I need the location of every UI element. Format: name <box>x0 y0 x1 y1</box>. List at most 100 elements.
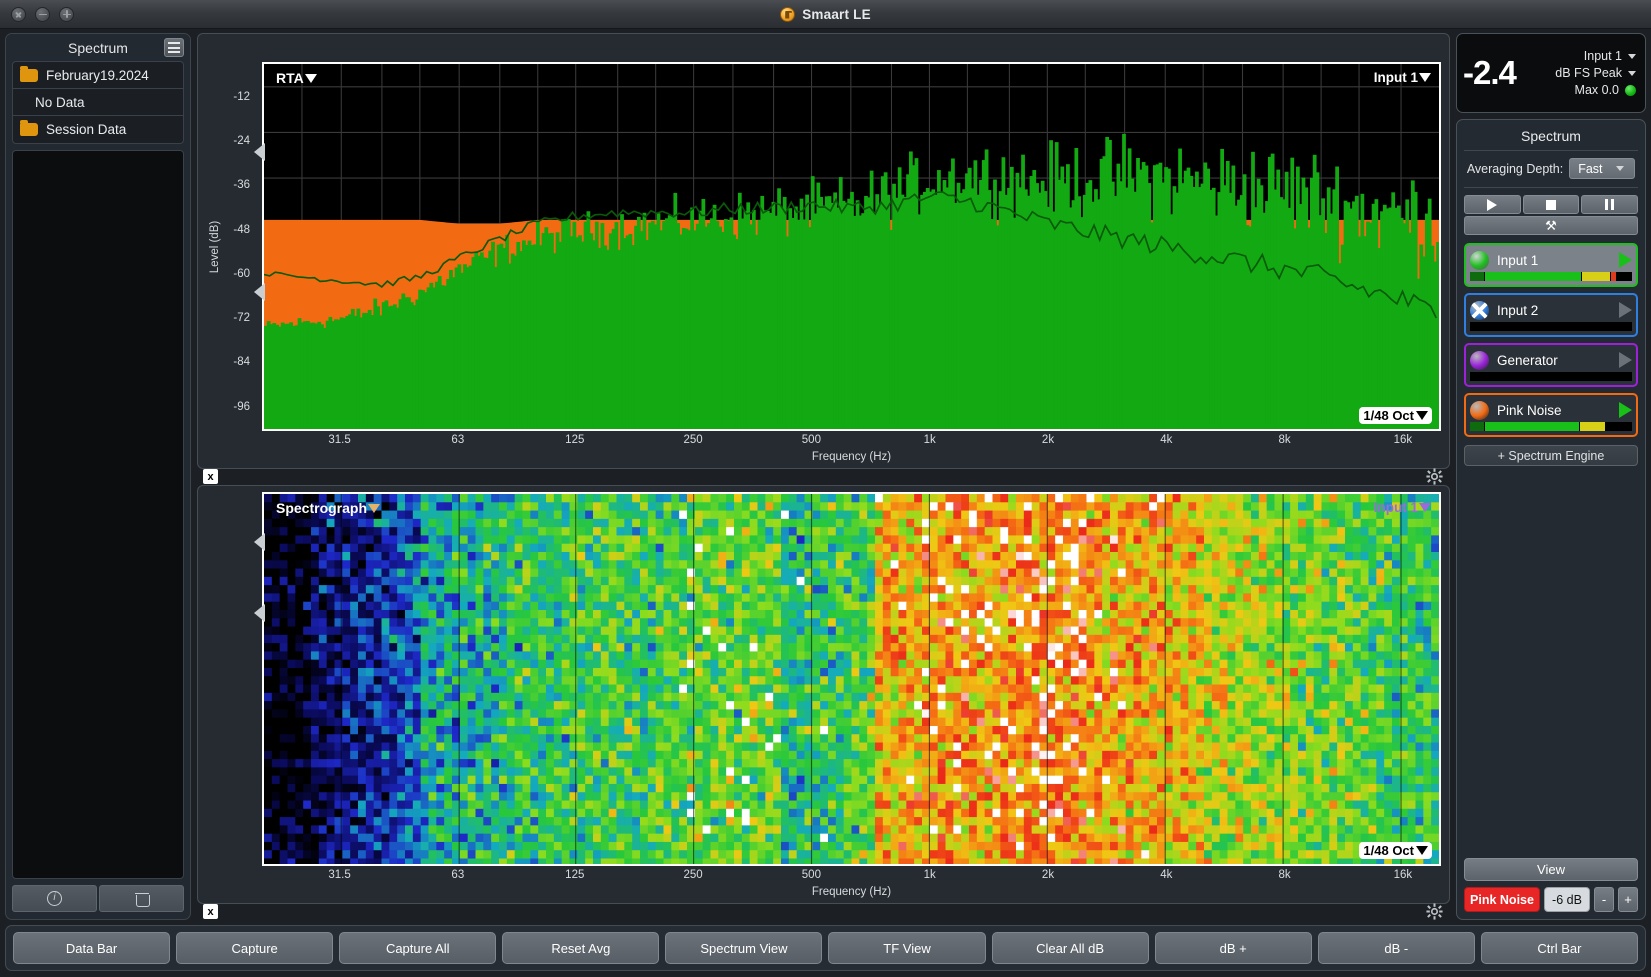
input-engine-row-generator[interactable]: Generator <box>1464 343 1638 387</box>
rta-title-menu[interactable]: RTA <box>276 70 317 86</box>
input-level-meter <box>1470 422 1632 431</box>
spg-handle-lower[interactable] <box>254 604 265 622</box>
toolbar-button-clear-all-db[interactable]: Clear All dB <box>992 932 1149 964</box>
x-tick-label: 4k <box>1160 869 1172 881</box>
input-status-bulb-icon <box>1470 401 1489 420</box>
stop-button[interactable] <box>1523 195 1580 214</box>
meter-max-row: Max 0.0 <box>1575 83 1636 97</box>
list-item-label: Session Data <box>46 122 126 137</box>
center-column: Level (dB) -12-24 -36-48 -60-72 -84-96 <box>197 33 1450 920</box>
rta-plot[interactable]: RTA Input 1 1/48 Oct <box>262 62 1441 431</box>
rta-chart-svg <box>264 64 1439 429</box>
window-title: Smaart LE <box>0 7 1651 22</box>
toolbar-button-reset-avg[interactable]: Reset Avg <box>502 932 659 964</box>
input-engine-row-pink-noise[interactable]: Pink Noise <box>1464 393 1638 437</box>
sidebar-footer: i <box>12 885 184 912</box>
averaging-depth-row: Averaging Depth: Fast <box>1464 158 1638 187</box>
pink-noise-increase-button[interactable]: + <box>1618 887 1638 912</box>
toolbar-button-ctrl-bar[interactable]: Ctrl Bar <box>1481 932 1638 964</box>
right-panel: -2.4 Input 1 dB FS Peak Max 0.0 <box>1456 33 1646 920</box>
divider <box>1464 187 1638 188</box>
rta-resolution-menu[interactable]: 1/48 Oct <box>1359 407 1432 424</box>
input-play-icon[interactable] <box>1619 252 1632 268</box>
averaging-depth-label: Averaging Depth: <box>1467 162 1563 176</box>
smaart-logo-icon <box>780 7 795 22</box>
x-tick-label: 8k <box>1279 434 1291 446</box>
gear-icon[interactable] <box>1426 468 1443 485</box>
x-tick-label: 63 <box>451 434 464 446</box>
tools-button[interactable]: ⚒ <box>1464 216 1638 235</box>
pink-noise-decrease-button[interactable]: - <box>1594 887 1614 912</box>
input-engine-label: Generator <box>1497 353 1611 368</box>
rta-y-axis-label: Level (dB) <box>206 62 224 431</box>
spg-title-text: Spectrograph <box>276 500 367 516</box>
smaart-app-window: Smaart LE Spectrum February19.2024 No Da… <box>0 0 1651 977</box>
main-body: Spectrum February19.2024 No Data Session… <box>0 29 1651 920</box>
right-panel-spacer <box>1464 466 1638 858</box>
rta-threshold-handle-upper[interactable] <box>254 143 265 161</box>
averaging-depth-select[interactable]: Fast <box>1569 158 1635 179</box>
toolbar-button-spectrum-view[interactable]: Spectrum View <box>665 932 822 964</box>
spg-x-ticks: 31.5631252505001k2k4k8k16k <box>262 866 1441 886</box>
spg-source-menu[interactable]: Input 1 <box>1374 500 1431 515</box>
toolbar-button-tf-view[interactable]: TF View <box>828 932 985 964</box>
input-engine-header: Pink Noise <box>1470 398 1632 422</box>
delete-button[interactable] <box>99 885 184 912</box>
spg-bottom-bar: x <box>197 904 1450 920</box>
close-icon[interactable]: x <box>203 904 218 919</box>
info-button[interactable]: i <box>12 885 97 912</box>
add-spectrum-engine-button[interactable]: + Spectrum Engine <box>1464 445 1638 466</box>
spectrograph-plot[interactable]: Spectrograph Input 1 1/48 Oct <box>262 492 1441 866</box>
chevron-down-icon <box>305 74 317 83</box>
x-tick-label: 16k <box>1394 434 1413 446</box>
sidebar-menu-icon[interactable] <box>164 38 184 57</box>
spg-handle-upper[interactable] <box>254 533 265 551</box>
toolbar-button-db[interactable]: dB - <box>1318 932 1475 964</box>
spg-title-menu[interactable]: Spectrograph <box>276 500 380 516</box>
x-tick-label: 4k <box>1160 434 1172 446</box>
spg-resolution-menu[interactable]: 1/48 Oct <box>1359 842 1432 859</box>
input-engine-row-input-1[interactable]: Input 1 <box>1464 243 1638 287</box>
play-button[interactable] <box>1464 195 1521 214</box>
list-item[interactable]: Session Data <box>13 116 183 143</box>
pink-noise-toggle-button[interactable]: Pink Noise <box>1464 887 1540 912</box>
pause-button[interactable] <box>1581 195 1638 214</box>
input-play-icon[interactable] <box>1619 302 1632 318</box>
pink-noise-gain-value[interactable]: -6 dB <box>1544 887 1590 912</box>
sidebar-empty-area <box>12 150 184 879</box>
toolbar-button-data-bar[interactable]: Data Bar <box>13 932 170 964</box>
input-engine-header: Input 1 <box>1470 248 1632 272</box>
chevron-down-icon <box>1419 73 1431 82</box>
list-item[interactable]: February19.2024 <box>13 62 183 89</box>
rta-threshold-handle-lower[interactable] <box>254 283 265 301</box>
input-play-icon[interactable] <box>1619 352 1632 368</box>
input-engine-row-input-2[interactable]: Input 2 <box>1464 293 1638 337</box>
view-button[interactable]: View <box>1464 858 1638 881</box>
list-item[interactable]: No Data <box>13 89 183 116</box>
rta-source-text: Input 1 <box>1374 70 1418 85</box>
gear-icon[interactable] <box>1426 903 1443 920</box>
info-icon: i <box>47 891 62 906</box>
rta-graph-wrap: Level (dB) -12-24 -36-48 -60-72 -84-96 <box>206 62 1441 431</box>
title-bar: Smaart LE <box>0 0 1651 29</box>
folder-icon <box>20 123 38 136</box>
chevron-down-icon <box>1416 411 1428 420</box>
play-icon <box>1487 199 1497 211</box>
input-play-icon[interactable] <box>1619 402 1632 418</box>
meter-input-selector[interactable]: Input 1 <box>1584 49 1636 63</box>
input-level-meter <box>1470 272 1632 281</box>
x-tick-label: 1k <box>924 869 936 881</box>
rta-left-gutter <box>254 62 262 431</box>
rta-title-text: RTA <box>276 70 304 86</box>
meter-units-selector[interactable]: dB FS Peak <box>1555 66 1636 80</box>
x-tick-label: 250 <box>683 434 702 446</box>
toolbar-button-capture-all[interactable]: Capture All <box>339 932 496 964</box>
list-item-label: No Data <box>35 95 85 110</box>
rta-source-menu[interactable]: Input 1 <box>1374 70 1431 85</box>
x-tick-label: 63 <box>451 869 464 881</box>
toolbar-button-db[interactable]: dB + <box>1155 932 1312 964</box>
input-engine-label: Pink Noise <box>1497 403 1611 418</box>
toolbar-button-capture[interactable]: Capture <box>176 932 333 964</box>
close-icon[interactable]: x <box>203 469 218 484</box>
input-engine-label: Input 2 <box>1497 303 1611 318</box>
